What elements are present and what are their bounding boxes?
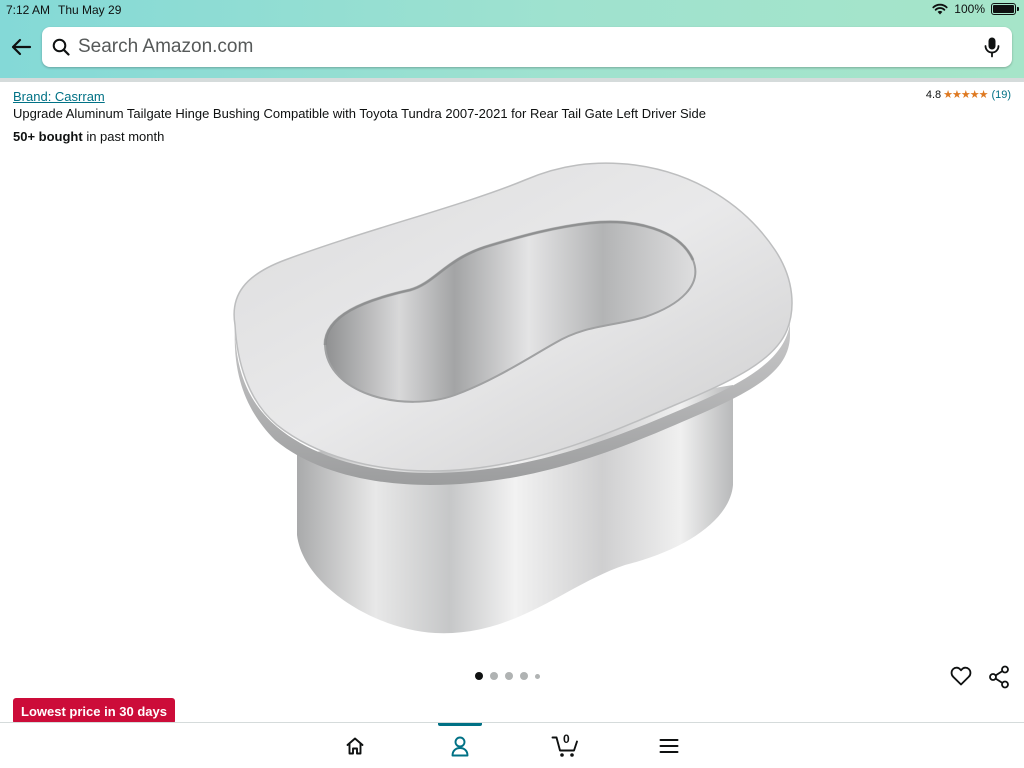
product-image[interactable] (225, 155, 805, 645)
home-icon (346, 737, 364, 755)
active-tab-indicator (438, 723, 482, 726)
brand-link[interactable]: Brand: Casrram (13, 89, 105, 104)
image-carousel-dots[interactable] (475, 672, 540, 680)
search-icon (52, 38, 70, 56)
rating-value: 4.8 (925, 88, 942, 101)
bought-suffix: in past month (82, 129, 165, 144)
bottom-navigation: 0 (0, 722, 1024, 768)
top-header: 7:12 AM Thu May 29 100% (0, 0, 1024, 80)
rating-summary[interactable]: 4.8 ★★★★★ (19) (925, 88, 1011, 102)
nav-menu[interactable] (647, 723, 691, 768)
battery-icon (991, 3, 1019, 15)
carousel-dot[interactable] (505, 672, 513, 680)
person-icon (451, 736, 469, 757)
header-divider (0, 78, 1024, 82)
menu-icon (659, 739, 679, 753)
status-bar: 7:12 AM Thu May 29 100% (0, 0, 1024, 20)
deal-badge: Lowest price in 30 days (13, 698, 175, 724)
product-title: Upgrade Aluminum Tailgate Hinge Bushing … (13, 106, 707, 121)
status-date: Thu May 29 (58, 3, 122, 17)
carousel-dot[interactable] (535, 673, 540, 679)
star-rating-icon: ★★★★★ (943, 89, 988, 101)
microphone-icon[interactable] (982, 36, 1002, 58)
nav-home[interactable] (333, 723, 377, 768)
battery-fill (993, 5, 1014, 13)
bought-count: 50+ bought (13, 129, 83, 144)
carousel-dot[interactable] (520, 672, 528, 680)
share-icon[interactable] (988, 665, 1010, 689)
bought-in-past-month: 50+ bought in past month (13, 129, 164, 144)
back-button[interactable] (8, 33, 34, 61)
carousel-dot[interactable] (490, 672, 498, 680)
search-input[interactable] (78, 33, 958, 61)
battery-percent: 100% (954, 2, 985, 16)
status-indicators: 100% (932, 2, 1019, 16)
arrow-left-icon (11, 38, 32, 56)
search-bar[interactable] (42, 27, 1012, 67)
nav-cart[interactable]: 0 (543, 723, 587, 768)
nav-account[interactable] (438, 723, 482, 768)
wifi-icon (932, 3, 948, 15)
rating-count-link[interactable]: (19) (991, 89, 1011, 101)
cart-count: 0 (563, 732, 570, 746)
status-time: 7:12 AM (6, 3, 51, 17)
heart-icon[interactable] (949, 664, 973, 688)
carousel-dot[interactable] (475, 672, 483, 680)
